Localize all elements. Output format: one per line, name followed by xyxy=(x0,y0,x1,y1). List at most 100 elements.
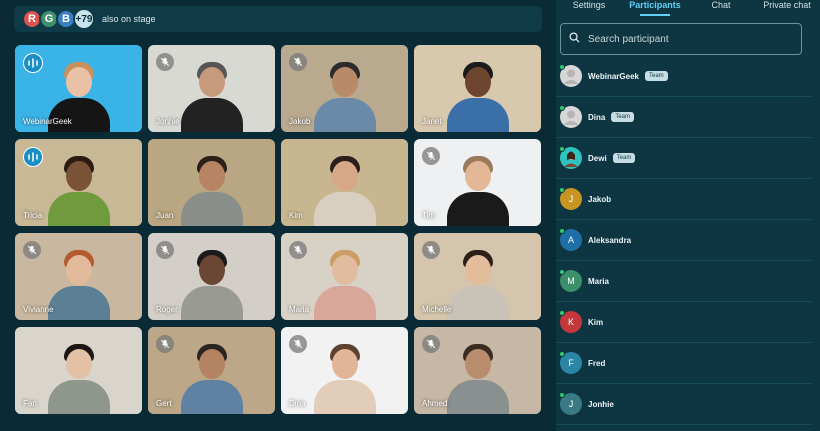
video-tile[interactable]: Kim xyxy=(281,139,408,226)
mic-muted-icon xyxy=(422,335,440,353)
also-on-stage-bar[interactable]: RGB +79 also on stage xyxy=(14,6,542,32)
mic-muted-icon xyxy=(422,147,440,165)
tile-name-label: Kim xyxy=(289,211,303,220)
stage-avatars: RGB xyxy=(22,9,76,29)
participant-name: Dewi xyxy=(588,153,607,163)
online-status-icon xyxy=(559,269,565,275)
online-status-icon xyxy=(559,105,565,111)
tile-name-label: Jonhie xyxy=(156,117,180,126)
mic-muted-icon xyxy=(289,335,307,353)
participant-avatar: M xyxy=(559,269,582,292)
participant-body xyxy=(313,286,376,320)
online-status-icon xyxy=(559,392,565,398)
participant-face xyxy=(198,349,225,379)
video-tile[interactable]: Vivianne xyxy=(15,233,142,320)
participant-name: Kim xyxy=(588,317,604,327)
participant-item[interactable]: J Jonhie xyxy=(556,384,812,425)
mic-muted-icon xyxy=(289,53,307,71)
participant-face xyxy=(464,349,491,379)
participant-avatar xyxy=(559,146,582,169)
participant-list: WebinarGeek Team Dina Team Dewi Team J Jakob A Al… xyxy=(556,56,812,425)
online-status-icon xyxy=(559,351,565,357)
video-tile[interactable]: Maria xyxy=(281,233,408,320)
tile-name-label: WebinarGeek xyxy=(23,117,72,126)
tile-name-label: Juan xyxy=(156,211,174,220)
participant-item[interactable]: M Maria xyxy=(556,261,812,302)
participant-face xyxy=(198,255,225,285)
participant-name: WebinarGeek xyxy=(588,71,639,81)
mic-muted-icon xyxy=(23,241,41,259)
participant-item[interactable]: WebinarGeek Team xyxy=(556,56,812,97)
team-badge: Team xyxy=(612,153,636,163)
tile-name-label: Michelle xyxy=(422,305,452,314)
participant-search[interactable] xyxy=(560,23,802,55)
tab-settings[interactable]: Settings xyxy=(556,0,622,16)
tab-participants[interactable]: Participants xyxy=(622,0,688,16)
participant-face xyxy=(198,161,225,191)
participant-name: Fred xyxy=(588,358,606,368)
video-tile[interactable]: Jakob xyxy=(281,45,408,132)
stage-count-badge[interactable]: +79 xyxy=(73,8,95,30)
participant-face xyxy=(331,349,358,379)
grid-scrollbar[interactable] xyxy=(548,0,550,431)
participant-face xyxy=(65,67,92,97)
mic-muted-icon xyxy=(156,241,174,259)
tile-name-label: Tricia xyxy=(23,211,43,220)
participant-avatar: F xyxy=(559,351,582,374)
online-status-icon xyxy=(559,146,565,152)
participant-item[interactable]: Dina Team xyxy=(556,97,812,138)
video-tile[interactable]: Dina xyxy=(281,327,408,414)
participants-panel: SettingsParticipantsChatPrivate chat Web… xyxy=(556,0,820,431)
participant-body xyxy=(180,98,243,132)
tab-chat[interactable]: Chat xyxy=(688,0,754,16)
participant-body xyxy=(47,192,110,226)
participant-face xyxy=(65,255,92,285)
participant-item[interactable]: Dewi Team xyxy=(556,138,812,179)
video-tile[interactable]: Ahmed xyxy=(414,327,541,414)
participant-avatar: J xyxy=(559,392,582,415)
participant-body xyxy=(47,380,110,414)
mic-muted-icon xyxy=(289,241,307,259)
participant-face xyxy=(65,349,92,379)
participant-body xyxy=(180,192,243,226)
mic-muted-icon xyxy=(156,335,174,353)
video-tile[interactable]: Michelle xyxy=(414,233,541,320)
video-tile[interactable]: Tim xyxy=(414,139,541,226)
tile-name-label: Janet xyxy=(422,117,442,126)
tab-private-chat[interactable]: Private chat xyxy=(754,0,820,16)
tile-name-label: Jakob xyxy=(289,117,311,126)
participant-body xyxy=(446,380,509,414)
participant-item[interactable]: K Kim xyxy=(556,302,812,343)
participant-item[interactable]: F Fred xyxy=(556,343,812,384)
online-status-icon xyxy=(559,64,565,70)
participant-body xyxy=(313,98,376,132)
team-badge: Team xyxy=(611,112,635,122)
search-icon xyxy=(569,30,580,48)
search-input[interactable] xyxy=(588,33,788,45)
participant-name: Maria xyxy=(588,276,609,286)
video-tile[interactable]: Jonhie xyxy=(148,45,275,132)
video-tile[interactable]: Juan xyxy=(148,139,275,226)
participant-item[interactable]: A Aleksandra xyxy=(556,220,812,261)
video-tile[interactable]: WebinarGeek xyxy=(15,45,142,132)
participant-body xyxy=(47,286,110,320)
participant-name: Jakob xyxy=(588,194,612,204)
mic-muted-icon xyxy=(422,241,440,259)
video-tile[interactable]: Roger xyxy=(148,233,275,320)
participant-face xyxy=(331,67,358,97)
online-status-icon xyxy=(559,187,565,193)
tile-name-label: Roger xyxy=(156,305,178,314)
tile-name-label: Fan xyxy=(23,399,37,408)
video-tile[interactable]: Janet xyxy=(414,45,541,132)
participant-body xyxy=(180,380,243,414)
avatar-letter: J xyxy=(568,399,574,409)
video-tile[interactable]: Fan xyxy=(15,327,142,414)
participant-item[interactable]: J Jakob xyxy=(556,179,812,220)
video-tile[interactable]: Tricia xyxy=(15,139,142,226)
video-tile[interactable]: Gert xyxy=(148,327,275,414)
participant-face xyxy=(331,255,358,285)
participant-avatar xyxy=(559,105,582,128)
tile-name-label: Vivianne xyxy=(23,305,54,314)
participant-body xyxy=(446,192,509,226)
participant-face xyxy=(464,67,491,97)
